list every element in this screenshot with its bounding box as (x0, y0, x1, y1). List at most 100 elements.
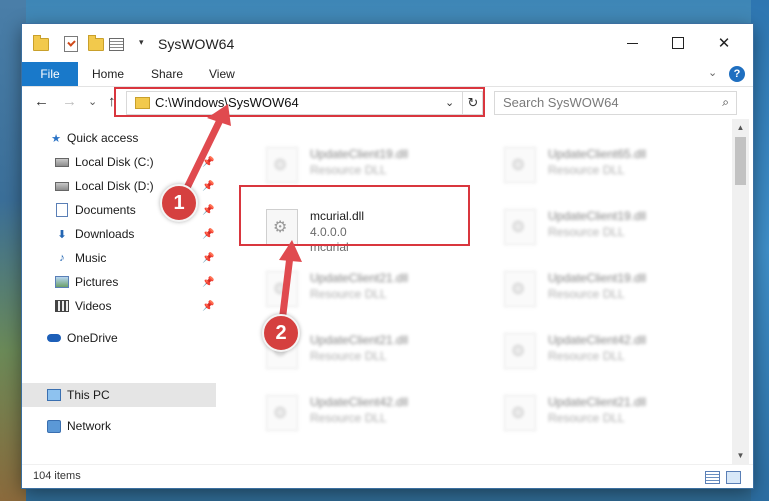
file-type: Resource DLL (548, 411, 625, 425)
file-tile[interactable]: UpdateClient21.dll Resource DLL (246, 263, 471, 315)
file-tile[interactable]: UpdateClient42.dll Resource DLL (484, 325, 709, 377)
this-pc-icon (47, 389, 61, 401)
ribbon-tabs: File Home Share View ⌄ ? (22, 62, 753, 87)
maximize-button[interactable] (655, 24, 701, 62)
pin-icon[interactable]: 📌 (202, 181, 214, 192)
pin-icon[interactable]: 📌 (202, 205, 214, 216)
sidebar-item-label: Pictures (75, 275, 119, 289)
scroll-up-icon[interactable]: ▲ (732, 119, 749, 136)
close-icon: ✕ (717, 35, 731, 52)
search-box[interactable]: Search SysWOW64 ⌕ (494, 91, 737, 115)
file-name: UpdateClient21.dll (548, 395, 647, 409)
file-list: UpdateClient19.dll Resource DLL UpdateCl… (226, 119, 732, 464)
file-tile[interactable]: UpdateClient19.dll Resource DLL (484, 201, 709, 253)
sidebar-item-onedrive[interactable]: OneDrive (22, 327, 216, 349)
dll-file-icon (266, 147, 298, 183)
sidebar-item-label: Local Disk (C:) (75, 155, 154, 169)
file-name: UpdateClient65.dll (548, 147, 647, 161)
file-name: UpdateClient42.dll (310, 395, 409, 409)
disk-icon (55, 180, 69, 192)
file-type: Resource DLL (548, 163, 625, 177)
navigation-pane: ★ Quick access Local Disk (C:) 📌 Local D… (22, 119, 216, 464)
pin-icon[interactable]: 📌 (202, 301, 214, 312)
dll-file-icon (504, 147, 536, 183)
pin-icon[interactable]: 📌 (202, 277, 214, 288)
search-placeholder[interactable]: Search SysWOW64 (503, 95, 619, 110)
pin-icon[interactable]: 📌 (202, 253, 214, 264)
file-tile[interactable]: UpdateClient65.dll Resource DLL (484, 139, 709, 191)
file-name: UpdateClient21.dll (310, 271, 409, 285)
sidebar-item-label: Documents (75, 203, 136, 217)
disk-icon (55, 156, 69, 168)
tab-share[interactable]: Share (151, 62, 183, 86)
file-type: Resource DLL (548, 349, 625, 363)
file-name: UpdateClient21.dll (310, 333, 409, 347)
properties-check-icon[interactable] (63, 36, 79, 52)
title-bar: ▾ SysWOW64 ✕ (22, 24, 753, 62)
file-name: UpdateClient42.dll (548, 333, 647, 347)
dll-file-icon (266, 271, 298, 307)
minimize-button[interactable] (609, 24, 655, 62)
tab-file[interactable]: File (22, 62, 78, 86)
quick-access-toolbar-dropdown[interactable]: ▾ (139, 37, 144, 48)
sidebar-item-pictures[interactable]: Pictures 📌 (22, 271, 216, 293)
expand-ribbon-chevron-icon[interactable]: ⌄ (708, 66, 717, 79)
properties-icon[interactable] (109, 36, 125, 51)
file-type: Resource DLL (310, 287, 387, 301)
sidebar-item-network[interactable]: Network (22, 415, 216, 437)
file-tile[interactable]: UpdateClient21.dll Resource DLL (484, 387, 709, 439)
file-name: UpdateClient19.dll (310, 147, 409, 161)
file-highlight-box (239, 185, 470, 246)
help-icon[interactable]: ? (729, 66, 745, 82)
file-tile[interactable]: UpdateClient19.dll Resource DLL (246, 139, 471, 191)
sidebar-item-label: Videos (75, 299, 112, 313)
file-type: Resource DLL (310, 349, 387, 363)
file-tile[interactable]: UpdateClient42.dll Resource DLL (246, 387, 471, 439)
file-name: UpdateClient19.dll (548, 271, 647, 285)
sidebar-item-music[interactable]: ♪ Music 📌 (22, 247, 216, 269)
tab-view[interactable]: View (209, 62, 235, 86)
scroll-down-icon[interactable]: ▼ (732, 447, 749, 464)
onedrive-icon (47, 332, 61, 344)
search-icon[interactable]: ⌕ (722, 95, 729, 110)
sidebar-item-local-disk-c[interactable]: Local Disk (C:) 📌 (22, 151, 216, 173)
desktop-background-right (751, 0, 769, 501)
file-type: Resource DLL (548, 225, 625, 239)
recent-locations-chevron-icon[interactable]: ⌄ (88, 95, 97, 108)
details-view-icon[interactable] (705, 471, 720, 484)
file-type: Resource DLL (310, 163, 387, 177)
videos-icon (55, 300, 69, 312)
pin-icon[interactable]: 📌 (202, 157, 214, 168)
sidebar-item-downloads[interactable]: ⬇ Downloads 📌 (22, 223, 216, 245)
sidebar-item-quick-access[interactable]: ★ Quick access (22, 127, 216, 149)
pin-icon[interactable]: 📌 (202, 229, 214, 240)
sidebar-item-label: OneDrive (67, 331, 118, 345)
sidebar-item-label: Music (75, 251, 107, 265)
music-icon: ♪ (59, 252, 65, 264)
large-icons-view-icon[interactable] (726, 471, 741, 484)
sidebar-item-this-pc[interactable]: This PC (22, 383, 216, 407)
dll-file-icon (504, 395, 536, 431)
sidebar-item-videos[interactable]: Videos 📌 (22, 295, 216, 317)
star-icon: ★ (51, 132, 61, 145)
downloads-icon: ⬇ (57, 228, 67, 241)
close-button[interactable]: ✕ (701, 24, 747, 62)
maximize-icon (672, 37, 684, 49)
dll-file-icon (504, 209, 536, 245)
address-bar-highlight-box (114, 87, 485, 117)
sidebar-item-label: Quick access (67, 131, 139, 145)
scrollbar-thumb[interactable] (735, 137, 746, 185)
sidebar-item-label: Network (67, 419, 112, 433)
forward-arrow-icon[interactable]: → (62, 93, 77, 110)
new-folder-icon[interactable] (88, 35, 104, 51)
folder-icon (33, 35, 49, 51)
window-title: SysWOW64 (158, 36, 235, 52)
back-arrow-icon[interactable]: ← (34, 93, 49, 110)
file-name: UpdateClient19.dll (548, 209, 647, 223)
vertical-scrollbar[interactable]: ▲ ▼ (732, 119, 749, 464)
item-count: 104 items (33, 470, 81, 482)
file-tile[interactable]: UpdateClient19.dll Resource DLL (484, 263, 709, 315)
sidebar-item-label: Local Disk (D:) (75, 179, 154, 193)
minimize-icon (626, 42, 638, 44)
tab-home[interactable]: Home (92, 62, 124, 86)
